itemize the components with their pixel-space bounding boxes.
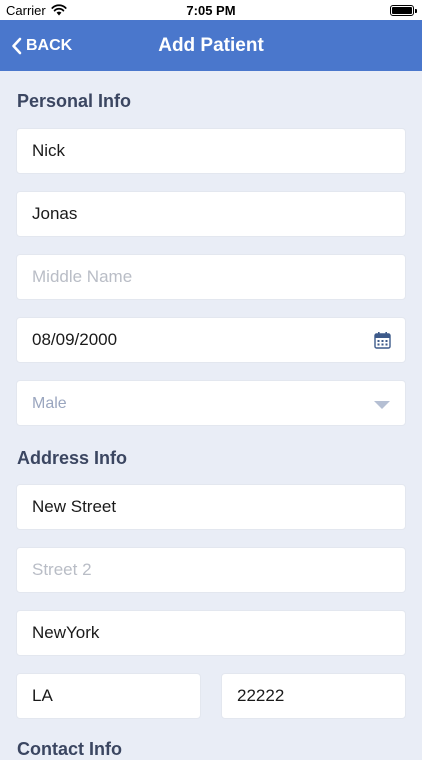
state-input[interactable] xyxy=(17,674,200,718)
middle-name-input[interactable] xyxy=(17,255,405,299)
date-of-birth-field[interactable] xyxy=(16,317,406,363)
street1-input[interactable] xyxy=(17,485,405,529)
street2-input[interactable] xyxy=(17,548,405,592)
navigation-bar: BACK Add Patient xyxy=(0,20,422,71)
gender-selected-value: Male xyxy=(32,395,67,412)
zip-field[interactable] xyxy=(221,673,406,719)
address-info-heading: Address Info xyxy=(17,448,128,468)
street1-field[interactable] xyxy=(16,484,406,530)
zip-input[interactable] xyxy=(222,674,405,718)
clock: 7:05 PM xyxy=(186,3,236,18)
page-title: Add Patient xyxy=(158,35,264,56)
first-name-field[interactable] xyxy=(16,128,406,174)
date-of-birth-input[interactable] xyxy=(17,318,405,362)
middle-name-field[interactable] xyxy=(16,254,406,300)
status-bar: Carrier 7:05 PM xyxy=(0,0,422,20)
caret-down-icon xyxy=(374,401,390,409)
gender-select[interactable]: Male xyxy=(16,380,406,426)
street2-field[interactable] xyxy=(16,547,406,593)
first-name-input[interactable] xyxy=(17,129,405,173)
personal-info-heading: Personal Info xyxy=(17,91,132,111)
city-input[interactable] xyxy=(17,611,405,655)
calendar-icon[interactable] xyxy=(374,331,391,349)
last-name-field[interactable] xyxy=(16,191,406,237)
last-name-input[interactable] xyxy=(17,192,405,236)
battery-icon xyxy=(390,5,417,16)
state-field[interactable] xyxy=(16,673,201,719)
city-field[interactable] xyxy=(16,610,406,656)
